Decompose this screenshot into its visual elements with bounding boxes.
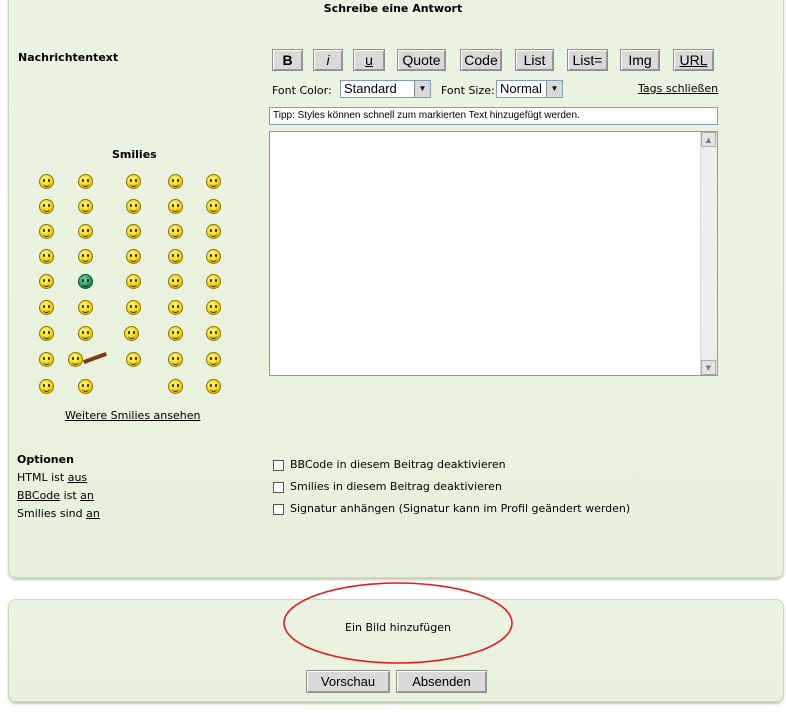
smiley-icon[interactable] bbox=[206, 352, 221, 367]
scroll-up-icon[interactable]: ▲ bbox=[701, 132, 716, 147]
html-status-value[interactable]: aus bbox=[68, 471, 87, 484]
bbcode-status-value[interactable]: an bbox=[80, 489, 94, 502]
smiley-icon[interactable] bbox=[78, 379, 93, 394]
submit-button[interactable]: Absenden bbox=[396, 670, 487, 693]
smiley-icon[interactable] bbox=[126, 274, 141, 289]
smiley-icon[interactable] bbox=[206, 274, 221, 289]
smiley-icon[interactable] bbox=[78, 300, 93, 315]
smilies-heading: Smilies bbox=[112, 148, 157, 161]
smiley-icon[interactable] bbox=[39, 379, 54, 394]
smiley-icon[interactable] bbox=[168, 174, 183, 189]
smiley-icon[interactable] bbox=[124, 326, 139, 341]
font-color-select[interactable]: Standard ▼ bbox=[340, 80, 431, 98]
question-icon[interactable] bbox=[126, 249, 141, 264]
smilies-status: Smilies sind an bbox=[17, 507, 100, 520]
smiley-icon[interactable] bbox=[78, 224, 93, 239]
font-size-select[interactable]: Normal ▼ bbox=[496, 80, 563, 98]
smiley-icon[interactable] bbox=[126, 199, 141, 214]
add-image-link[interactable]: Ein Bild hinzufügen bbox=[280, 621, 516, 634]
smiley-icon[interactable] bbox=[206, 379, 221, 394]
options-heading: Optionen bbox=[17, 453, 74, 466]
list-button[interactable]: List bbox=[515, 49, 554, 71]
smiley-icon[interactable] bbox=[168, 326, 183, 341]
smiley-icon[interactable] bbox=[206, 326, 221, 341]
bbcode-status-label: ist bbox=[63, 489, 77, 502]
font-color-value: Standard bbox=[344, 81, 397, 96]
smiley-icon[interactable] bbox=[39, 326, 54, 341]
attach-signature-checkbox[interactable] bbox=[273, 504, 284, 515]
disable-bbcode-checkbox[interactable] bbox=[273, 460, 284, 471]
quote-button[interactable]: Quote bbox=[397, 49, 446, 71]
smiley-icon[interactable] bbox=[206, 300, 221, 315]
font-size-value: Normal bbox=[500, 81, 542, 96]
message-text-label: Nachrichtentext bbox=[18, 51, 119, 64]
smiley-icon[interactable] bbox=[78, 174, 93, 189]
smiley-icon[interactable] bbox=[206, 199, 221, 214]
smiley-icon[interactable] bbox=[206, 174, 221, 189]
code-button[interactable]: Code bbox=[460, 49, 502, 71]
bbcode-status: BBCode ist an bbox=[17, 489, 94, 502]
smiley-icon[interactable] bbox=[39, 224, 54, 239]
smiley-icon[interactable] bbox=[168, 379, 183, 394]
exclamation-icon[interactable] bbox=[78, 249, 93, 264]
page-title: Schreibe eine Antwort bbox=[323, 2, 463, 15]
more-smilies-link[interactable]: Weitere Smilies ansehen bbox=[65, 409, 200, 422]
preview-button[interactable]: Vorschau bbox=[306, 670, 390, 693]
scroll-down-icon[interactable]: ▼ bbox=[701, 360, 716, 375]
smiley-icon[interactable] bbox=[168, 274, 183, 289]
smiley-icon[interactable] bbox=[126, 224, 141, 239]
smiley-icon[interactable] bbox=[78, 326, 93, 341]
font-color-label: Font Color: bbox=[272, 84, 332, 97]
smiley-icon[interactable] bbox=[168, 300, 183, 315]
disable-smilies-label: Smilies in diesem Beitrag deaktivieren bbox=[290, 480, 502, 493]
smiley-icon[interactable] bbox=[68, 352, 83, 367]
smiley-icon[interactable] bbox=[39, 199, 54, 214]
disable-bbcode-label: BBCode in diesem Beitrag deaktivieren bbox=[290, 458, 506, 471]
bold-button[interactable]: B bbox=[272, 49, 303, 71]
smilies-status-label: Smilies sind bbox=[17, 507, 83, 520]
smiley-icon[interactable] bbox=[39, 352, 54, 367]
underline-button[interactable]: u bbox=[353, 49, 385, 71]
font-size-label: Font Size: bbox=[441, 84, 495, 97]
smiley-icon[interactable] bbox=[39, 174, 54, 189]
smilies-status-value[interactable]: an bbox=[86, 507, 100, 520]
italic-button[interactable]: i bbox=[313, 49, 343, 71]
smiley-icon[interactable] bbox=[78, 274, 93, 289]
html-status-label: HTML ist bbox=[17, 471, 65, 484]
img-button[interactable]: Img bbox=[620, 49, 660, 71]
bbcode-link[interactable]: BBCode bbox=[17, 489, 60, 502]
smiley-icon[interactable] bbox=[39, 300, 54, 315]
chevron-down-icon: ▼ bbox=[414, 81, 430, 97]
smiley-icon[interactable] bbox=[168, 224, 183, 239]
smiley-icon[interactable] bbox=[126, 300, 141, 315]
smiley-icon[interactable] bbox=[126, 352, 141, 367]
smiley-icon[interactable] bbox=[78, 199, 93, 214]
help-tip-field: Tipp: Styles können schnell zum markiert… bbox=[269, 107, 718, 125]
url-button[interactable]: URL bbox=[673, 49, 714, 71]
html-status: HTML ist aus bbox=[17, 471, 87, 484]
attach-signature-label: Signatur anhängen (Signatur kann im Prof… bbox=[290, 502, 631, 515]
idea-icon[interactable] bbox=[168, 249, 183, 264]
smiley-icon[interactable] bbox=[39, 249, 54, 264]
scrollbar[interactable]: ▲ ▼ bbox=[700, 132, 717, 375]
message-textarea[interactable]: ▲ ▼ bbox=[269, 131, 718, 376]
arrow-icon[interactable] bbox=[206, 249, 221, 264]
smiley-icon[interactable] bbox=[168, 352, 183, 367]
smiley-icon[interactable] bbox=[126, 174, 141, 189]
smiley-icon[interactable] bbox=[206, 224, 221, 239]
list-ordered-button[interactable]: List= bbox=[567, 49, 608, 71]
smiley-icon[interactable] bbox=[168, 199, 183, 214]
smiley-icon[interactable] bbox=[39, 274, 54, 289]
chevron-down-icon: ▼ bbox=[546, 81, 562, 97]
close-tags-link[interactable]: Tags schließen bbox=[638, 82, 718, 95]
disable-smilies-checkbox[interactable] bbox=[273, 482, 284, 493]
